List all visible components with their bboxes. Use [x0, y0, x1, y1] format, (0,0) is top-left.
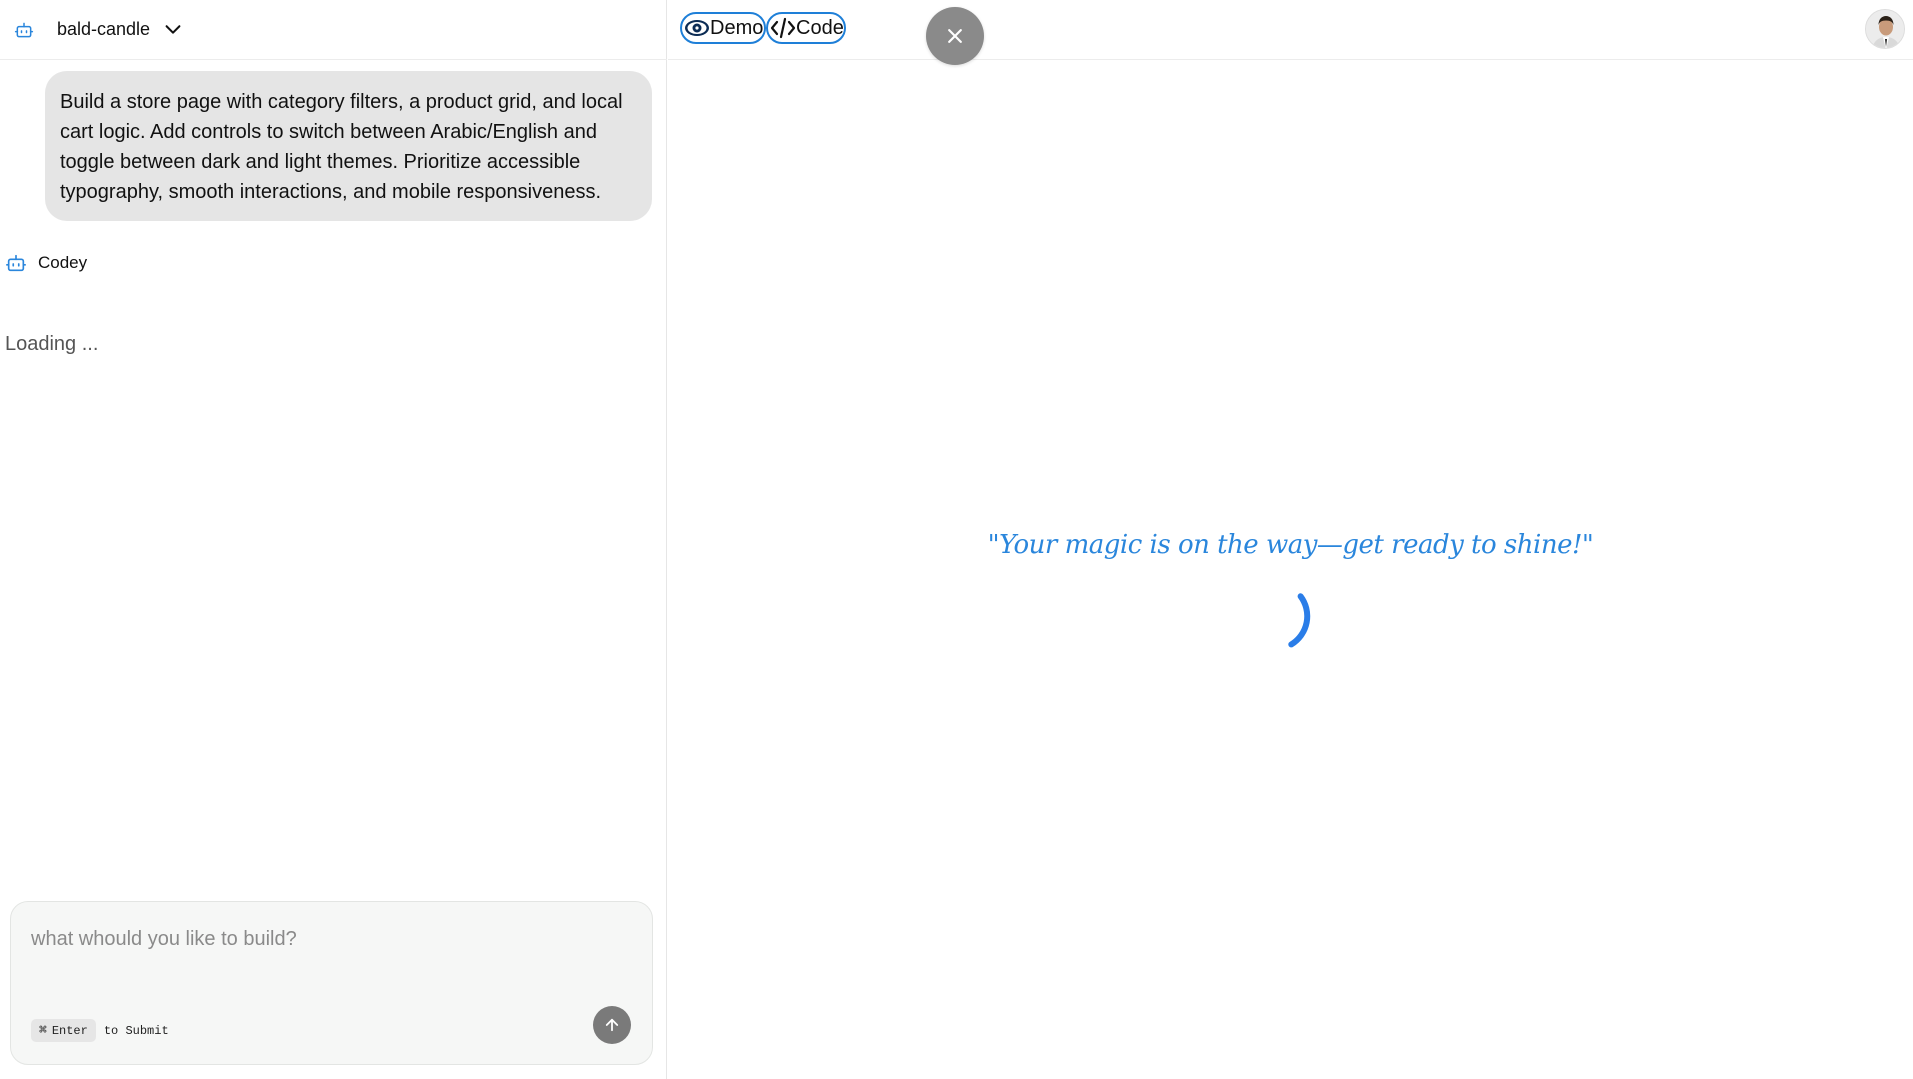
spinner-icon: [1288, 593, 1311, 648]
prompt-input[interactable]: [31, 928, 631, 988]
code-icon: [770, 16, 796, 40]
assistant-header: Codey: [5, 252, 87, 274]
tab-code-label: Code: [796, 16, 844, 39]
chevron-down-icon[interactable]: [162, 18, 184, 40]
tab-demo-label: Demo: [710, 16, 764, 39]
shortcut-suffix: to Submit: [103, 1023, 169, 1038]
preview-pane: Demo Code "Your magic is on the way—get …: [668, 0, 1913, 1079]
loading-message: "Your magic is on the way—get ready to s…: [987, 530, 1594, 560]
user-message: Build a store page with category filters…: [45, 71, 652, 221]
assistant-name: Codey: [38, 253, 88, 272]
tab-code[interactable]: Code: [766, 12, 846, 44]
send-button[interactable]: [593, 1006, 631, 1044]
robot-icon: [6, 254, 26, 272]
arrow-up-icon: [605, 1018, 619, 1032]
preview-header: Demo Code: [668, 0, 1913, 65]
close-button[interactable]: [926, 7, 984, 65]
command-key-icon: ⌘: [39, 1023, 47, 1038]
project-name[interactable]: bald-candle: [57, 19, 150, 40]
prompt-composer: ⌘ Enter to Submit: [10, 901, 653, 1065]
chat-pane: bald-candle Build a store page with cate…: [0, 0, 667, 1079]
tab-demo[interactable]: Demo: [680, 12, 766, 44]
shortcut-key-label: Enter: [51, 1023, 88, 1038]
shortcut-key: ⌘ Enter: [31, 1019, 96, 1042]
eye-icon: [684, 16, 710, 40]
app-window: bald-candle Build a store page with cate…: [0, 0, 1913, 1079]
submit-shortcut-hint: ⌘ Enter to Submit: [31, 1019, 169, 1042]
avatar[interactable]: [1865, 9, 1905, 49]
robot-icon: [14, 22, 34, 38]
chat-header: bald-candle: [0, 0, 667, 60]
close-icon: [948, 29, 962, 43]
loading-text: Loading ...: [5, 333, 99, 355]
